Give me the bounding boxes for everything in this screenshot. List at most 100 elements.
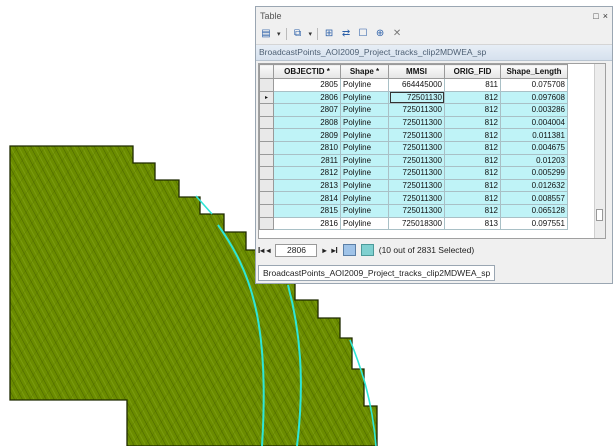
row-header[interactable]: [259, 178, 274, 193]
cell-orig-fid[interactable]: 812: [444, 203, 501, 218]
table-row[interactable]: 2805 Polyline 664445000 811 0.075708: [259, 78, 568, 92]
chevron-down-icon[interactable]: ▾: [309, 30, 313, 38]
current-row-indicator[interactable]: ▸: [259, 90, 274, 105]
cell-orig-fid[interactable]: 812: [444, 90, 501, 105]
cell-shape[interactable]: Polyline: [340, 216, 389, 231]
row-header[interactable]: [259, 216, 274, 231]
cell-orig-fid[interactable]: 813: [444, 216, 501, 231]
cell-mmsi[interactable]: 725011300: [388, 153, 445, 168]
row-header[interactable]: [259, 128, 274, 142]
table-row[interactable]: ▸ 2806 Polyline 72501130 812 0.097608: [259, 90, 568, 105]
close-icon[interactable]: ×: [603, 11, 608, 21]
table-row[interactable]: 2811 Polyline 725011300 812 0.01203: [259, 153, 568, 168]
attribute-grid[interactable]: OBJECTID * Shape * MMSI ORIG_FID Shape_L…: [258, 63, 606, 239]
cell-orig-fid[interactable]: 811: [444, 78, 501, 92]
table-row[interactable]: 2807 Polyline 725011300 812 0.003286: [259, 103, 568, 117]
cell-shape[interactable]: Polyline: [340, 128, 389, 142]
row-header[interactable]: [259, 153, 274, 168]
cell-shape-length[interactable]: 0.075708: [500, 78, 568, 92]
cell-orig-fid[interactable]: 812: [444, 128, 501, 142]
cell-mmsi[interactable]: 725011300: [388, 128, 445, 142]
cell-mmsi[interactable]: 725011300: [388, 115, 445, 130]
cell-shape[interactable]: Polyline: [340, 140, 389, 155]
cell-objectid[interactable]: 2812: [273, 166, 341, 180]
scrollbar-thumb[interactable]: [596, 209, 603, 221]
cell-shape-length[interactable]: 0.097551: [500, 216, 568, 231]
clear-selection-icon[interactable]: ☐: [357, 28, 369, 40]
cell-shape-length[interactable]: 0.012632: [500, 178, 568, 193]
cell-mmsi[interactable]: 664445000: [388, 78, 445, 92]
cell-orig-fid[interactable]: 812: [444, 115, 501, 130]
cell-mmsi[interactable]: 725011300: [388, 191, 445, 205]
cell-shape-length[interactable]: 0.003286: [500, 103, 568, 117]
zoom-to-selected-icon[interactable]: ⊕: [374, 28, 386, 40]
cell-objectid[interactable]: 2809: [273, 128, 341, 142]
column-header-objectid[interactable]: OBJECTID *: [273, 64, 341, 79]
cell-shape-length[interactable]: 0.008557: [500, 191, 568, 205]
table-row[interactable]: 2815 Polyline 725011300 812 0.065128: [259, 203, 568, 218]
column-header-mmsi[interactable]: MMSI: [388, 64, 445, 79]
chevron-down-icon[interactable]: ▾: [277, 30, 281, 38]
table-tab[interactable]: BroadcastPoints_AOI2009_Project_tracks_c…: [258, 265, 496, 281]
cell-shape[interactable]: Polyline: [340, 153, 389, 168]
cell-objectid[interactable]: 2806: [273, 90, 341, 105]
last-record-button[interactable]: ▸I: [332, 246, 338, 255]
row-header[interactable]: [259, 103, 274, 117]
cell-shape-length[interactable]: 0.065128: [500, 203, 568, 218]
row-header[interactable]: [259, 166, 274, 180]
cell-objectid[interactable]: 2814: [273, 191, 341, 205]
table-row[interactable]: 2812 Polyline 725011300 812 0.005299: [259, 166, 568, 180]
window-titlebar[interactable]: Table □ ×: [256, 7, 612, 24]
cell-shape-length[interactable]: 0.097608: [500, 90, 568, 105]
cell-shape-length[interactable]: 0.005299: [500, 166, 568, 180]
row-header[interactable]: [259, 191, 274, 205]
table-row[interactable]: 2808 Polyline 725011300 812 0.004004: [259, 115, 568, 130]
table-row[interactable]: 2809 Polyline 725011300 812 0.011381: [259, 128, 568, 142]
first-record-button[interactable]: I◂ ◂: [258, 246, 270, 255]
cell-shape[interactable]: Polyline: [340, 166, 389, 180]
cell-orig-fid[interactable]: 812: [444, 103, 501, 117]
cell-objectid[interactable]: 2815: [273, 203, 341, 218]
vertical-scrollbar[interactable]: [594, 64, 605, 238]
cell-mmsi[interactable]: 725011300: [388, 103, 445, 117]
row-header[interactable]: [259, 203, 274, 218]
cell-objectid[interactable]: 2816: [273, 216, 341, 231]
cell-orig-fid[interactable]: 812: [444, 166, 501, 180]
column-header-orig-fid[interactable]: ORIG_FID: [444, 64, 501, 79]
cell-orig-fid[interactable]: 812: [444, 178, 501, 193]
table-row[interactable]: 2810 Polyline 725011300 812 0.004675: [259, 140, 568, 155]
cell-shape[interactable]: Polyline: [340, 178, 389, 193]
table-row[interactable]: 2814 Polyline 725011300 812 0.008557: [259, 191, 568, 205]
next-record-button[interactable]: ▸: [322, 246, 326, 255]
attribute-table-window[interactable]: Table □ × ▤ ▾ ⧉ ▾ ⊞ ⇄ ☐ ⊕ ✕ BroadcastPoi…: [255, 6, 613, 284]
column-header-shape[interactable]: Shape *: [340, 64, 389, 79]
table-row[interactable]: 2816 Polyline 725018300 813 0.097551: [259, 216, 568, 231]
cell-mmsi[interactable]: 725011300: [388, 203, 445, 218]
row-header[interactable]: [259, 115, 274, 130]
table-options-icon[interactable]: ▤: [260, 28, 272, 40]
cell-shape[interactable]: Polyline: [340, 203, 389, 218]
cell-orig-fid[interactable]: 812: [444, 140, 501, 155]
cell-mmsi[interactable]: 725018300: [388, 216, 445, 231]
cell-shape-length[interactable]: 0.004004: [500, 115, 568, 130]
cell-shape-length[interactable]: 0.011381: [500, 128, 568, 142]
cell-orig-fid[interactable]: 812: [444, 153, 501, 168]
cell-objectid[interactable]: 2810: [273, 140, 341, 155]
cell-shape-length[interactable]: 0.004675: [500, 140, 568, 155]
switch-selection-icon[interactable]: ⇄: [340, 28, 352, 40]
cell-mmsi[interactable]: 725011300: [388, 140, 445, 155]
cell-mmsi[interactable]: 72501130: [388, 90, 445, 105]
cell-shape-length[interactable]: 0.01203: [500, 153, 568, 168]
related-tables-icon[interactable]: ⧉: [292, 28, 304, 40]
cell-mmsi[interactable]: 725011300: [388, 178, 445, 193]
current-record-field[interactable]: 2806: [275, 243, 318, 257]
cell-objectid[interactable]: 2813: [273, 178, 341, 193]
table-row[interactable]: 2813 Polyline 725011300 812 0.012632: [259, 178, 568, 193]
cell-shape[interactable]: Polyline: [340, 103, 389, 117]
column-header-shape-length[interactable]: Shape_Length: [500, 64, 568, 79]
cell-shape[interactable]: Polyline: [340, 191, 389, 205]
cell-shape[interactable]: Polyline: [340, 78, 389, 92]
pin-icon[interactable]: □: [593, 11, 598, 21]
cell-orig-fid[interactable]: 812: [444, 191, 501, 205]
cell-mmsi[interactable]: 725011300: [388, 166, 445, 180]
